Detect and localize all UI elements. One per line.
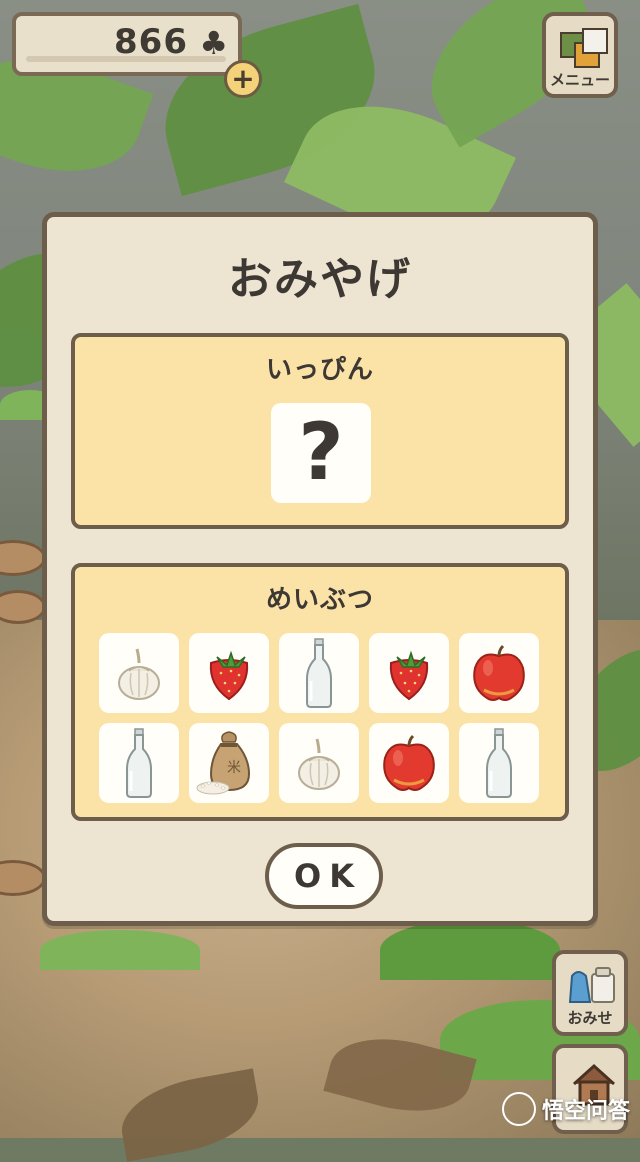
shop-bag-icon [568,967,615,1003]
currency-display: 866 ♣ [12,12,242,76]
souvenir-item[interactable] [369,723,449,803]
currency-bar [26,56,226,62]
specialty-panel: いっぴん ? [71,333,569,529]
garlic-icon [298,738,340,790]
souvenir-item[interactable] [99,633,179,713]
watermark-logo-icon [501,1092,536,1126]
menu-button[interactable]: メニュー [542,12,618,98]
dialog-title: おみやげ [228,254,412,305]
specialty-slot[interactable]: ? [271,403,371,503]
garlic-icon [118,648,160,700]
rice-sack-icon: 米 [196,731,251,795]
souvenir-item[interactable] [189,633,269,713]
souvenir-item[interactable] [459,633,539,713]
shop-button[interactable]: おみせ [552,950,628,1036]
souvenir-item[interactable] [279,633,359,713]
ok-button[interactable]: OK [265,843,383,909]
souvenir-item[interactable] [279,723,359,803]
glass-bottle-icon [126,728,152,798]
svg-text:米: 米 [227,760,241,776]
watermark: 悟空问答 [501,1092,630,1126]
question-mark-icon: ? [298,408,344,498]
specialty-title: いっぴん [265,355,374,385]
apple-icon [383,734,435,791]
watermark-text: 悟空问答 [541,1099,630,1124]
souvenir-grid: 米 [99,633,539,803]
menu-icon [560,28,608,68]
souvenirs-panel: めいぶつ 米 [71,563,569,821]
strawberry-icon [209,650,249,701]
souvenir-item[interactable] [459,723,539,803]
glass-bottle-icon [486,728,512,798]
glass-bottle-icon [306,638,332,708]
souvenir-item[interactable]: 米 [189,723,269,803]
menu-button-label: メニュー [549,71,610,89]
add-clover-button[interactable]: + [224,60,262,98]
plus-icon: + [231,62,255,95]
shop-button-label: おみせ [567,1009,613,1027]
souvenir-dialog: おみやげ いっぴん ? めいぶつ 米 OK [42,212,598,926]
souvenir-item[interactable] [369,633,449,713]
apple-icon [473,644,525,701]
souvenirs-title: めいぶつ [265,585,374,615]
strawberry-icon [389,650,429,701]
souvenir-item[interactable] [99,723,179,803]
